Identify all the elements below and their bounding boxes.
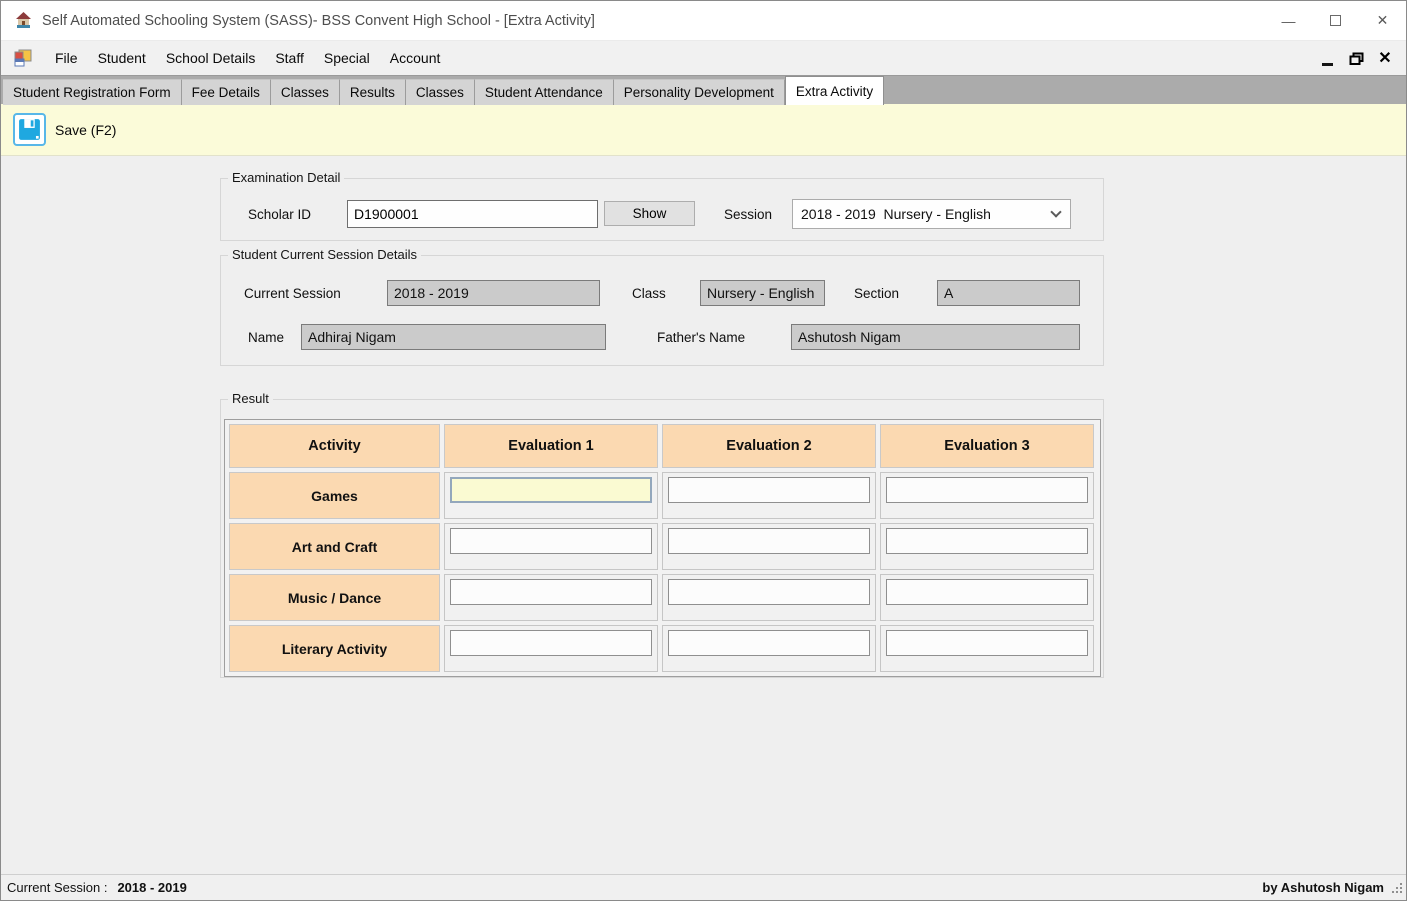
examination-detail-title: Examination Detail	[228, 170, 344, 185]
save-label: Save (F2)	[55, 122, 116, 138]
current-session-field: 2018 - 2019	[387, 280, 600, 306]
class-label: Class	[632, 286, 666, 301]
menu-account[interactable]: Account	[380, 41, 451, 75]
table-cell	[444, 472, 658, 519]
menu-school-details[interactable]: School Details	[156, 41, 266, 75]
chevron-down-icon	[1050, 206, 1061, 217]
tab-classes-1[interactable]: Classes	[271, 79, 340, 105]
menu-special[interactable]: Special	[314, 41, 380, 75]
eval-input-literary-2[interactable]	[668, 630, 870, 656]
table-cell	[880, 574, 1094, 621]
tab-results[interactable]: Results	[340, 79, 406, 105]
maximize-icon[interactable]	[1312, 1, 1359, 40]
eval-input-music-1[interactable]	[450, 579, 652, 605]
activity-label-music-dance: Music / Dance	[229, 574, 440, 621]
mdi-window-controls: ✕	[1318, 47, 1406, 69]
session-dropdown[interactable]: 2018 - 2019 Nursery - English	[792, 199, 1071, 229]
extra-activity-form: Examination Detail Scholar ID Show Sessi…	[1, 156, 1406, 874]
eval-input-music-3[interactable]	[886, 579, 1088, 605]
examination-detail-group: Examination Detail Scholar ID Show Sessi…	[220, 178, 1104, 241]
eval-input-art-2[interactable]	[668, 528, 870, 554]
menu-student[interactable]: Student	[88, 41, 156, 75]
tab-student-attendance[interactable]: Student Attendance	[475, 79, 614, 105]
form-window-icon	[13, 48, 33, 68]
header-evaluation-3: Evaluation 3	[880, 424, 1094, 468]
resize-grip[interactable]	[1392, 882, 1403, 897]
maximize-square	[1330, 15, 1341, 26]
session-label: Session	[724, 207, 772, 222]
table-cell	[880, 472, 1094, 519]
name-label: Name	[248, 330, 284, 345]
current-session-label: Current Session	[244, 286, 341, 301]
tab-strip: Student Registration Form Fee Details Cl…	[1, 75, 1406, 104]
close-icon[interactable]: ✕	[1359, 1, 1406, 40]
section-label: Section	[854, 286, 899, 301]
eval-input-art-1[interactable]	[450, 528, 652, 554]
menu-staff[interactable]: Staff	[265, 41, 314, 75]
mdi-close-icon[interactable]: ✕	[1376, 47, 1394, 69]
eval-input-music-2[interactable]	[668, 579, 870, 605]
tab-extra-activity[interactable]: Extra Activity	[785, 76, 884, 105]
floppy-disk-icon	[13, 113, 46, 146]
activity-label-games: Games	[229, 472, 440, 519]
tab-student-registration-form[interactable]: Student Registration Form	[3, 79, 182, 105]
app-window: Self Automated Schooling System (SASS)- …	[0, 0, 1407, 901]
table-cell	[662, 625, 876, 672]
mdi-minimize-icon[interactable]	[1318, 47, 1336, 69]
tool-bar: Save (F2)	[1, 104, 1406, 156]
student-session-group: Student Current Session Details Current …	[220, 255, 1104, 366]
window-title: Self Automated Schooling System (SASS)- …	[42, 13, 595, 29]
status-session-label: Current Session :	[7, 880, 107, 895]
eval-input-literary-1[interactable]	[450, 630, 652, 656]
window-controls: — ✕	[1265, 1, 1406, 40]
father-name-label: Father's Name	[657, 330, 745, 345]
header-activity: Activity	[229, 424, 440, 468]
father-name-field: Ashutosh Nigam	[791, 324, 1080, 350]
table-cell	[880, 625, 1094, 672]
section-field: A	[937, 280, 1080, 306]
table-cell	[662, 523, 876, 570]
status-session-value: 2018 - 2019	[117, 880, 186, 895]
class-field: Nursery - English	[700, 280, 825, 306]
session-selected-value: 2018 - 2019 Nursery - English	[801, 206, 991, 222]
status-bar: Current Session : 2018 - 2019 by Ashutos…	[1, 874, 1406, 900]
tab-fee-details[interactable]: Fee Details	[182, 79, 271, 105]
activity-label-literary-activity: Literary Activity	[229, 625, 440, 672]
eval-input-games-3[interactable]	[886, 477, 1088, 503]
menu-bar: File Student School Details Staff Specia…	[1, 41, 1406, 75]
eval-input-games-2[interactable]	[668, 477, 870, 503]
minimize-icon[interactable]: —	[1265, 1, 1312, 40]
result-table: Activity Evaluation 1 Evaluation 2 Evalu…	[224, 419, 1101, 677]
eval-input-art-3[interactable]	[886, 528, 1088, 554]
table-cell	[444, 574, 658, 621]
eval-input-games-1[interactable]	[450, 477, 652, 503]
title-bar: Self Automated Schooling System (SASS)- …	[1, 1, 1406, 41]
scholar-id-label: Scholar ID	[248, 207, 311, 222]
scholar-id-input[interactable]	[347, 200, 598, 228]
table-cell	[662, 574, 876, 621]
school-app-icon	[14, 11, 33, 30]
mdi-restore-icon[interactable]	[1347, 47, 1365, 69]
status-author: by Ashutosh Nigam	[1262, 880, 1384, 895]
header-evaluation-2: Evaluation 2	[662, 424, 876, 468]
result-group: Result Activity Evaluation 1 Evaluation …	[220, 399, 1104, 678]
table-cell	[880, 523, 1094, 570]
show-button[interactable]: Show	[604, 201, 695, 226]
student-session-title: Student Current Session Details	[228, 247, 421, 262]
save-button[interactable]: Save (F2)	[13, 113, 116, 146]
eval-input-literary-3[interactable]	[886, 630, 1088, 656]
name-field: Adhiraj Nigam	[301, 324, 606, 350]
table-cell	[662, 472, 876, 519]
tab-classes-2[interactable]: Classes	[406, 79, 475, 105]
tab-personality-development[interactable]: Personality Development	[614, 79, 785, 105]
result-title: Result	[228, 391, 273, 406]
table-cell	[444, 625, 658, 672]
menu-file[interactable]: File	[45, 41, 88, 75]
activity-label-art-and-craft: Art and Craft	[229, 523, 440, 570]
header-evaluation-1: Evaluation 1	[444, 424, 658, 468]
table-cell	[444, 523, 658, 570]
